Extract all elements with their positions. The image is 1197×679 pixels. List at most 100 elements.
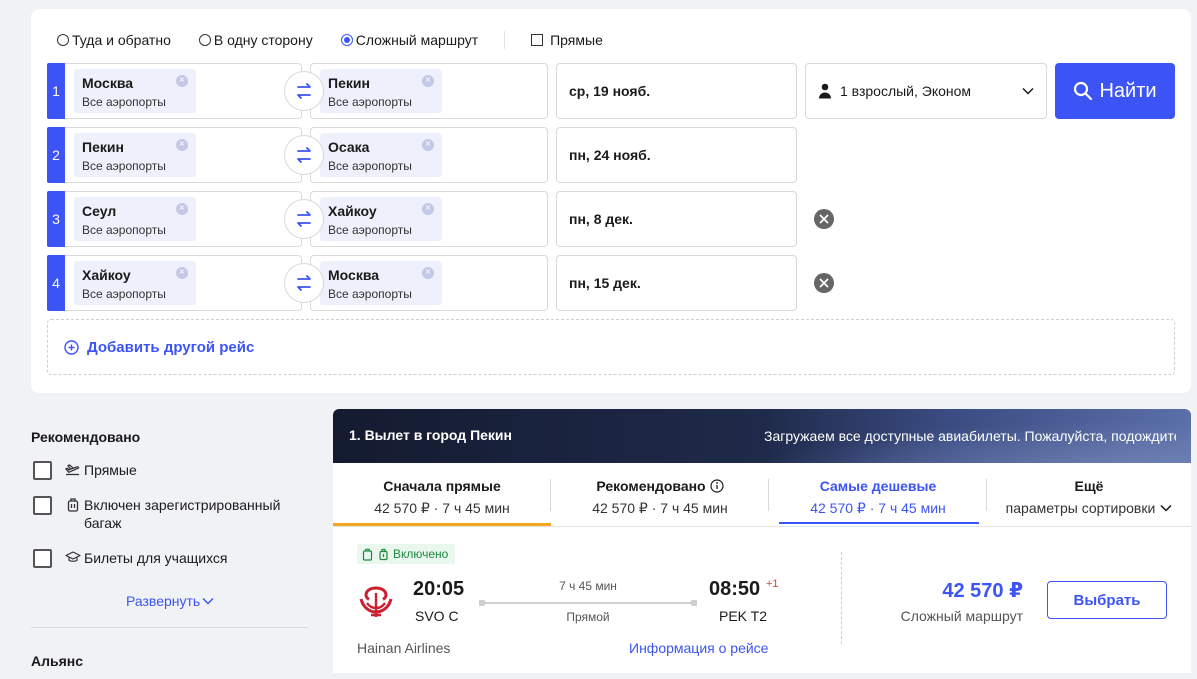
add-leg-label: Добавить другой рейс: [87, 338, 255, 356]
sort-tab-cheapest[interactable]: Самые дешевые 42 570 ₽ · 7 ч 45 мин: [769, 463, 987, 526]
add-leg-button[interactable]: Добавить другой рейс: [47, 319, 1175, 375]
filter-checkbox[interactable]: [33, 461, 52, 480]
filter-checked-baggage[interactable]: Включен зарегистрированный багаж: [33, 496, 284, 532]
city-name: Москва: [328, 267, 380, 283]
clear-icon[interactable]: ×: [175, 75, 188, 87]
trip-type-selector: Туда и обратно В одну сторону Сложный ма…: [57, 31, 603, 49]
filter-label: Включен зарегистрированный багаж: [84, 497, 281, 531]
day-offset: +1: [766, 578, 779, 590]
radio-one-way[interactable]: [198, 34, 211, 46]
origin-field[interactable]: Хайкоу Все аэропорты ×: [65, 255, 302, 311]
city-chip: Хайкоу Все аэропорты ×: [320, 197, 442, 241]
radio-round-trip[interactable]: [57, 34, 69, 46]
date-field[interactable]: ср, 19 нояб.: [556, 63, 797, 119]
origin-field[interactable]: Сеул Все аэропорты ×: [65, 191, 302, 247]
filter-label: Прямые: [84, 462, 137, 478]
arrival-airport: PEK T2: [719, 608, 767, 624]
checkbox-direct[interactable]: [531, 34, 544, 46]
trip-type-multi-city[interactable]: Сложный маршрут: [340, 32, 478, 48]
city-name: Москва: [82, 75, 134, 91]
trip-type-round-trip[interactable]: Туда и обратно: [57, 32, 171, 48]
passengers-label: 1 взрослый, Эконом: [840, 83, 972, 99]
swap-button[interactable]: [284, 71, 324, 111]
arrival-time: 08:50: [709, 578, 761, 600]
date-field[interactable]: пн, 15 дек.: [556, 255, 797, 311]
divider: [504, 31, 506, 49]
destination-field[interactable]: Осака Все аэропорты ×: [310, 127, 548, 183]
graduation-cap-icon: [65, 551, 81, 562]
clear-icon[interactable]: ×: [421, 203, 434, 215]
clear-icon[interactable]: ×: [175, 203, 188, 215]
city-name: Осака: [328, 139, 370, 155]
filter-direct[interactable]: Прямые: [33, 461, 284, 480]
city-chip: Москва Все аэропорты ×: [74, 69, 196, 113]
sort-tab-direct-first[interactable]: Сначала прямые 42 570 ₽ · 7 ч 45 мин: [333, 463, 551, 526]
filter-label: Билеты для учащихся: [84, 550, 228, 566]
departure-airport: SVO C: [415, 608, 459, 624]
date-field[interactable]: пн, 24 нояб.: [556, 127, 797, 183]
search-button[interactable]: Найти: [1055, 63, 1175, 119]
swap-arrows-icon: [297, 147, 311, 163]
clear-icon[interactable]: ×: [175, 267, 188, 279]
swap-button[interactable]: [284, 199, 324, 239]
filter-checkbox[interactable]: [33, 549, 52, 568]
luggage-icon: [67, 498, 79, 512]
search-button-label: Найти: [1099, 79, 1157, 102]
origin-field[interactable]: Москва Все аэропорты ×: [65, 63, 302, 119]
leg-number: 2: [47, 127, 65, 183]
city-name: Сеул: [82, 203, 117, 219]
clear-icon[interactable]: ×: [421, 75, 434, 87]
filter-student-tickets[interactable]: Билеты для учащихся: [33, 549, 284, 568]
sort-tab-more[interactable]: Ещё параметры сортировки: [987, 463, 1191, 526]
select-flight-button[interactable]: Выбрать: [1047, 581, 1167, 619]
sort-options-row: параметры сортировки: [987, 500, 1191, 516]
trip-type-label: Туда и обратно: [72, 32, 171, 48]
city-name: Хайкоу: [328, 203, 377, 219]
sort-tab-title: Ещё: [1074, 478, 1104, 494]
city-name: Хайкоу: [82, 267, 131, 283]
passengers-dropdown[interactable]: 1 взрослый, Эконом: [805, 63, 1047, 119]
flight-price: 42 570 ₽: [942, 580, 1023, 602]
sort-tab-summary: 42 570 ₽ · 7 ч 45 мин: [374, 500, 510, 516]
date-field[interactable]: пн, 8 дек.: [556, 191, 797, 247]
destination-field[interactable]: Москва Все аэропорты ×: [310, 255, 548, 311]
destination-field[interactable]: Хайкоу Все аэропорты ×: [310, 191, 548, 247]
remove-leg-button[interactable]: [814, 273, 834, 293]
search-icon: [1074, 81, 1093, 101]
trip-type-label: В одну сторону: [213, 32, 313, 48]
results-panel: 1. Вылет в город Пекин Загружаем все дос…: [333, 409, 1191, 679]
clear-icon[interactable]: ×: [421, 139, 434, 151]
sort-tab-recommended[interactable]: Рекомендовано 42 570 ₽ · 7 ч 45 мин: [551, 463, 769, 526]
filter-section-title: Рекомендовано: [31, 429, 141, 445]
remove-leg-button[interactable]: [814, 209, 834, 229]
clear-icon[interactable]: ×: [175, 139, 188, 151]
direct-only-checkbox[interactable]: Прямые: [531, 32, 603, 48]
filter-checkbox[interactable]: [33, 496, 52, 515]
plane-takeoff-icon: [65, 464, 80, 476]
flight-info-link[interactable]: Информация о рейсе: [629, 640, 768, 656]
close-icon: [819, 278, 829, 288]
leg-number: 1: [47, 63, 65, 119]
info-icon[interactable]: [710, 479, 724, 493]
swap-arrows-icon: [297, 275, 311, 291]
origin-field[interactable]: Пекин Все аэропорты ×: [65, 127, 302, 183]
swap-button[interactable]: [284, 263, 324, 303]
filter-section-title: Альянс: [31, 653, 84, 669]
stops-label: Прямой: [566, 610, 610, 624]
close-icon: [819, 214, 829, 224]
trip-type-one-way[interactable]: В одну сторону: [198, 32, 313, 48]
destination-field[interactable]: Пекин Все аэропорты ×: [310, 63, 548, 119]
clear-icon[interactable]: ×: [421, 267, 434, 279]
city-chip: Осака Все аэропорты ×: [320, 133, 442, 177]
swap-arrows-icon: [297, 83, 311, 99]
luggage-icon: [362, 548, 373, 561]
radio-multi-city[interactable]: [340, 34, 353, 46]
airports-label: Все аэропорты: [328, 95, 412, 109]
chevron-down-icon: [1022, 87, 1034, 95]
leg-number: 3: [47, 191, 65, 247]
price-note: Сложный маршрут: [900, 608, 1023, 624]
airports-label: Все аэропорты: [328, 223, 412, 237]
swap-button[interactable]: [284, 135, 324, 175]
flight-card[interactable]: Включено 20:05 SVO C 7 ч 45 мин Прямой 0…: [333, 528, 1191, 673]
expand-filters-link[interactable]: Развернуть: [126, 593, 214, 609]
